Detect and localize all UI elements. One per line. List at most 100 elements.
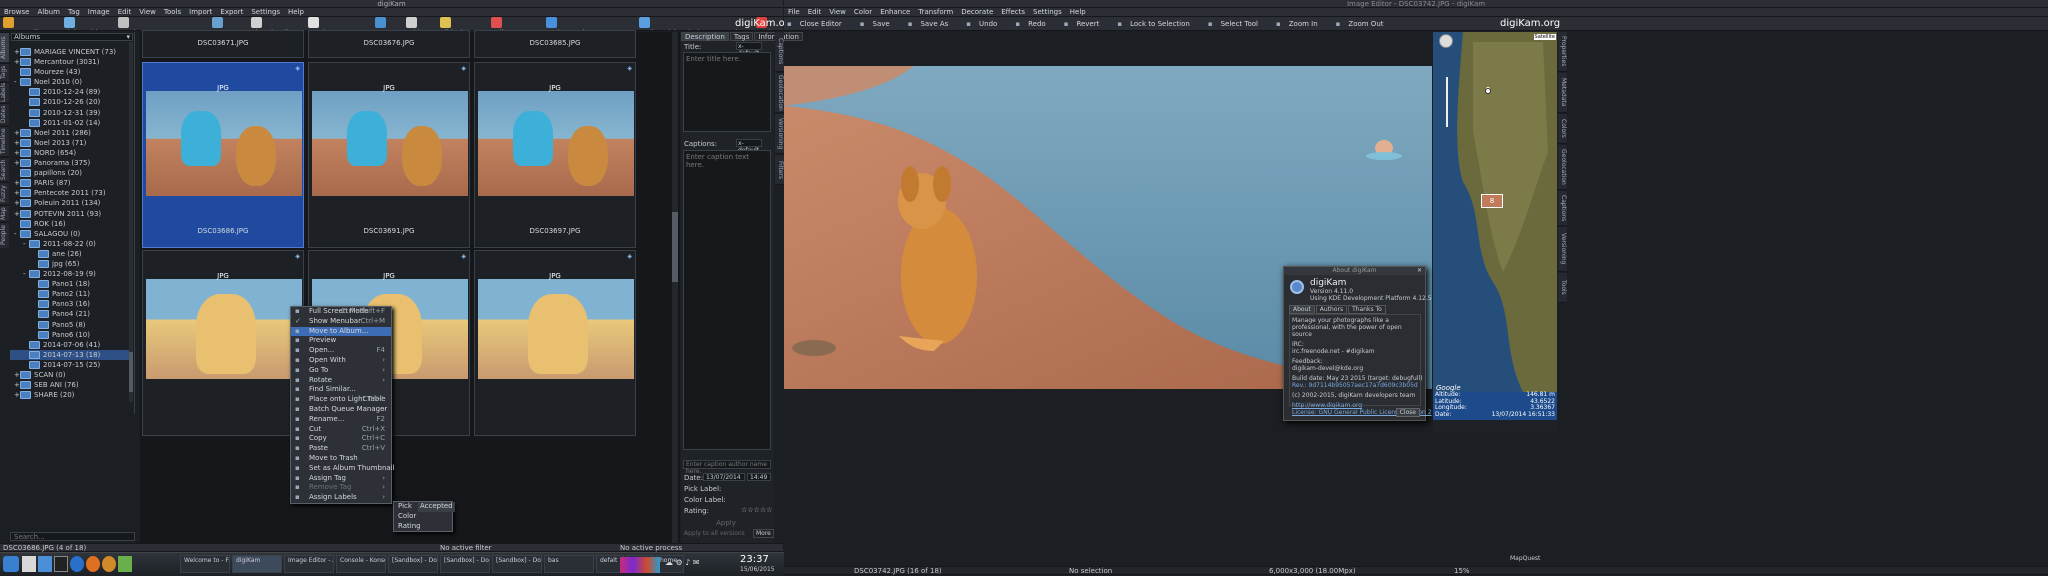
- album-item[interactable]: Moureze (43): [10, 67, 130, 77]
- album-item[interactable]: 2014-07-06 (41): [10, 340, 130, 350]
- album-item[interactable]: + Poleuin 2011 (134): [10, 198, 130, 208]
- album-item[interactable]: -2011-08-22 (0): [10, 239, 130, 249]
- task-sandbox-dol[interactable]: [Sandbox] - Dol...: [388, 555, 438, 573]
- album-item[interactable]: 2014-07-13 (18): [10, 349, 130, 360]
- sidebar-tab-timeline[interactable]: Timeline: [0, 126, 9, 156]
- album-item[interactable]: + Noel 2013 (71): [10, 138, 130, 148]
- editor-menu-view[interactable]: View: [829, 8, 846, 17]
- albums-combo[interactable]: Albums ▾: [11, 33, 133, 41]
- album-item[interactable]: + Noel 2011 (286): [10, 128, 130, 138]
- close-icon[interactable]: ✕: [1417, 267, 1422, 274]
- thumbnail-cell[interactable]: DSC03685.JPG: [474, 30, 636, 58]
- more-button[interactable]: More: [753, 529, 774, 538]
- context-item-full-screen-mode[interactable]: ▪ Full Screen Mode Ctrl+Shift+F: [291, 307, 391, 317]
- sidebar-tab-map[interactable]: Map: [0, 205, 9, 221]
- toolbar-batch-queue-manager-button[interactable]: Batch Queue Manager: [117, 17, 204, 30]
- album-item[interactable]: + Panorama (375): [10, 158, 130, 168]
- title-lang-combo[interactable]: x-default: [736, 42, 762, 57]
- album-tree-scrollbar[interactable]: [129, 42, 133, 402]
- clock-time[interactable]: 23:37: [740, 554, 769, 565]
- album-item[interactable]: 2010-12-24 (89): [10, 87, 130, 97]
- dolphin-icon[interactable]: [38, 556, 52, 572]
- menu-image[interactable]: Image: [88, 8, 110, 17]
- task-sandbox-dol[interactable]: [Sandbox] - Dol...: [440, 555, 490, 573]
- album-item[interactable]: Pano3 (16): [10, 299, 130, 309]
- thumbnail-cell[interactable]: JPG ◈ DSC03686.JPG: [142, 62, 304, 248]
- context-item-paste[interactable]: ▪ Paste Ctrl+V: [291, 444, 391, 454]
- context-item-copy[interactable]: ▪ Copy Ctrl+C: [291, 434, 391, 444]
- sidebar-tab-tags[interactable]: Tags: [0, 63, 9, 81]
- grid-scrollbar[interactable]: [672, 32, 678, 543]
- map-panel[interactable]: 8 Satellite Google Altitude: 146.81 m Lat…: [1433, 32, 1557, 420]
- album-item[interactable]: jpg (65): [10, 259, 130, 269]
- editor-menu-edit[interactable]: Edit: [808, 8, 822, 17]
- about-tab-thanks-to[interactable]: Thanks To: [1348, 305, 1386, 314]
- right-sidebar-tab-versioning[interactable]: Versioning: [775, 114, 784, 154]
- menu-tag[interactable]: Tag: [68, 8, 80, 17]
- time-field[interactable]: 14:49: [747, 473, 771, 481]
- album-item[interactable]: papillons (20): [10, 168, 130, 178]
- album-item[interactable]: Pano5 (8): [10, 320, 130, 330]
- editor-redo-button[interactable]: ▪ Redo: [1015, 17, 1053, 30]
- editor-menu-enhance[interactable]: Enhance: [880, 8, 910, 17]
- editor-sidebar-tab-metadata[interactable]: Metadata: [1558, 73, 1567, 113]
- thumbnail-cell[interactable]: JPG ◈ DSC03691.JPG: [308, 62, 470, 248]
- map-compass-icon[interactable]: [1439, 34, 1453, 48]
- tab-description[interactable]: Description: [681, 32, 729, 41]
- thumbnail-cell[interactable]: JPG ◈ DSC03697.JPG: [474, 62, 636, 248]
- context-item-find-similar[interactable]: ▪ Find Similar...: [291, 385, 391, 395]
- album-item[interactable]: Pano4 (21): [10, 309, 130, 319]
- task-welcome-to-firefox-photo[interactable]: Welcome to - Firefox ... Photo: EU: [180, 555, 230, 573]
- album-item[interactable]: + SHARE (20): [10, 390, 130, 400]
- thumbnail-cell[interactable]: DSC03671.JPG: [142, 30, 304, 58]
- thumbnail-cell[interactable]: DSC03676.JPG: [308, 30, 470, 58]
- context-item-move-to-trash[interactable]: ▪ Move to Trash: [291, 454, 391, 464]
- toolbar-image-editor-button[interactable]: Image Editor: [3, 17, 56, 30]
- editor-sidebar-tab-geolocation[interactable]: Geolocation: [1558, 145, 1567, 190]
- toolbar-table-button[interactable]: Table: [406, 17, 432, 30]
- editor-revert-button[interactable]: ▪ Revert: [1064, 17, 1108, 30]
- editor-save-button[interactable]: ▪ Save: [860, 17, 898, 30]
- about-close-button[interactable]: Close: [1395, 408, 1420, 417]
- task-image-editor-album-2014-[interactable]: Image Editor - Album: 2014-0...: [284, 555, 334, 573]
- menu-view[interactable]: View: [139, 8, 156, 17]
- editor-zoom[interactable]: 15%: [1454, 567, 1470, 576]
- context-item-place-onto-light-table[interactable]: ▪ Place onto Light Table Ctrl+L: [291, 395, 391, 405]
- menu-album[interactable]: Album: [38, 8, 60, 17]
- editor-sidebar-tab-tools[interactable]: Tools: [1558, 273, 1567, 303]
- editor-select-tool-button[interactable]: ▪ Select Tool: [1208, 17, 1266, 30]
- sidebar-tab-people[interactable]: People: [0, 222, 9, 248]
- album-item[interactable]: - SALAGOU (0): [10, 229, 130, 239]
- context-item-assign-labels[interactable]: ▪ Assign Labels ›: [291, 493, 391, 503]
- album-search-input[interactable]: Search...: [10, 532, 135, 541]
- files-icon[interactable]: [22, 556, 36, 572]
- author-input[interactable]: Enter caption author name here.: [683, 460, 771, 475]
- sidebar-tab-search[interactable]: Search: [0, 157, 9, 181]
- editor-sidebar-tab-properties[interactable]: Properties: [1558, 32, 1567, 72]
- album-item[interactable]: + PARIS (87): [10, 178, 130, 188]
- task-sandbox-dol[interactable]: [Sandbox] - Dol...: [492, 555, 542, 573]
- toolbar-preview-image-button[interactable]: Preview Image: [307, 17, 367, 30]
- about-tab-authors[interactable]: Authors: [1315, 305, 1348, 314]
- sidebar-tab-dates[interactable]: Dates: [0, 103, 9, 125]
- album-item[interactable]: 2014-07-15 (25): [10, 360, 130, 370]
- album-item[interactable]: + Mercantour (3031): [10, 57, 130, 67]
- album-item[interactable]: Pano2 (11): [10, 289, 130, 299]
- editor-save-as-button[interactable]: ▪ Save As: [908, 17, 957, 30]
- date-field[interactable]: 13/07/2014: [703, 473, 745, 481]
- kmail-icon[interactable]: [70, 556, 84, 572]
- task-console-konsole[interactable]: Console - Konsole: [336, 555, 386, 573]
- caption-lang-combo[interactable]: x-default: [736, 139, 762, 154]
- toolbar-light-table-button[interactable]: Light Table: [63, 17, 110, 30]
- editor-sidebar-tab-captions[interactable]: Captions: [1558, 191, 1567, 226]
- album-item[interactable]: Pano6 (10): [10, 330, 130, 340]
- toolbar-assign-rating-3-star-button[interactable]: Assign Rating "3 Star": [545, 17, 631, 30]
- context-item-batch-queue-manager[interactable]: ▪ Batch Queue Manager ›: [291, 405, 391, 415]
- album-item[interactable]: ane (26): [10, 249, 130, 259]
- album-item[interactable]: + MARIAGE VINCENT (73): [10, 47, 130, 57]
- menu-tools[interactable]: Tools: [164, 8, 181, 17]
- editor-menu-settings[interactable]: Settings: [1033, 8, 1062, 17]
- task-bas[interactable]: bas: [544, 555, 594, 573]
- menu-import[interactable]: Import: [189, 8, 212, 17]
- sidebar-tab-labels[interactable]: Labels: [0, 82, 9, 102]
